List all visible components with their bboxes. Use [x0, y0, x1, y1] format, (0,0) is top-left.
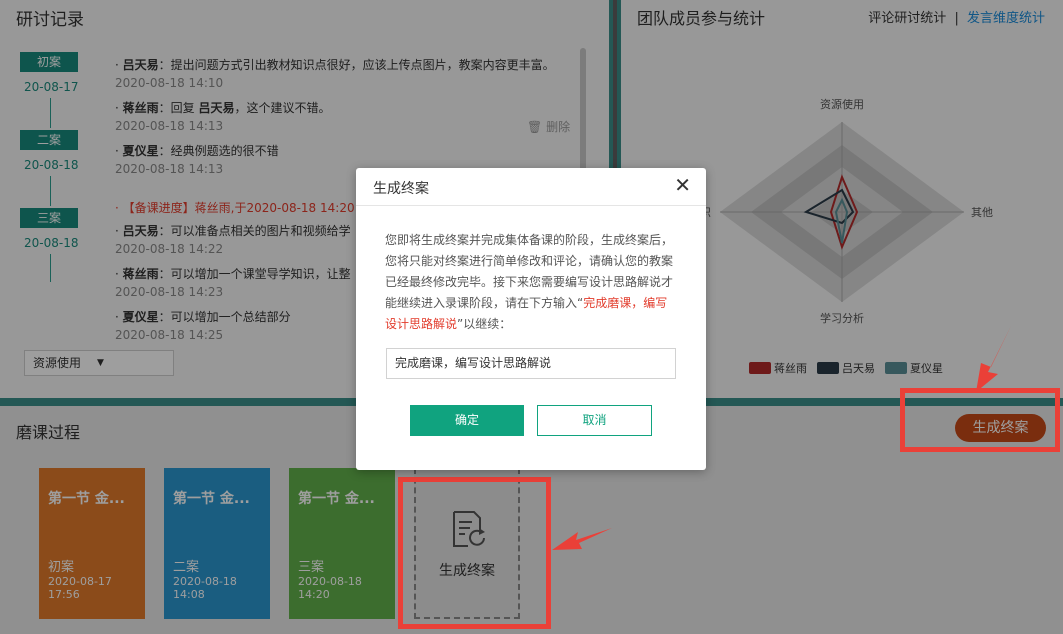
- cancel-button[interactable]: 取消: [537, 405, 652, 436]
- dialog-message-text: ”以继续：: [457, 317, 512, 331]
- generate-final-dialog: 生成终案 ✕ 您即将生成终案并完成集体备课的阶段，生成终案后，您将只能对终案进行…: [356, 168, 706, 470]
- dialog-message: 您即将生成终案并完成集体备课的阶段，生成终案后，您将只能对终案进行简单修改和评论…: [385, 230, 677, 335]
- arrow-icon: [976, 326, 1011, 392]
- dialog-title: 生成终案: [373, 181, 429, 197]
- arrow-icon: [552, 528, 612, 550]
- confirm-button[interactable]: 确定: [410, 405, 524, 436]
- dialog-header: 生成终案 ✕: [356, 168, 706, 206]
- close-icon[interactable]: ✕: [674, 174, 691, 196]
- confirmation-input[interactable]: 完成磨课，编写设计思路解说: [386, 348, 676, 379]
